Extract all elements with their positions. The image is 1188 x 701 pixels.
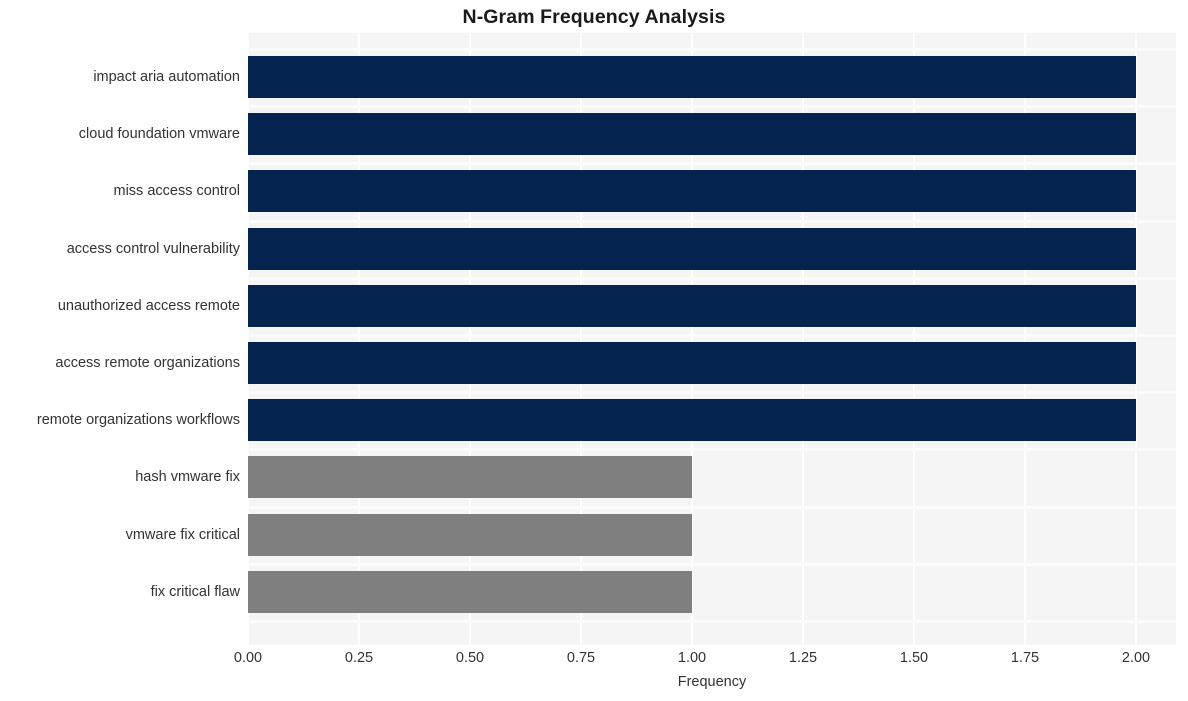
x-axis-tick-label: 1.00 — [677, 650, 707, 666]
bar — [248, 513, 692, 556]
y-axis-tick-label: cloud foundation vmware — [78, 126, 240, 143]
y-axis-tick-labels: impact aria automation cloud foundation v… — [0, 33, 240, 645]
y-axis-tick-label: remote organizations workflows — [36, 412, 240, 429]
bar — [248, 399, 1136, 442]
y-axis-tick-label: hash vmware fix — [135, 469, 240, 486]
ngram-frequency-chart: N-Gram Frequency Analysis impact aria au… — [0, 0, 1188, 701]
chart-title: N-Gram Frequency Analysis — [462, 6, 726, 28]
bar — [248, 56, 1136, 98]
bar — [248, 227, 1136, 270]
bar — [248, 456, 692, 499]
y-axis-tick-label: impact aria automation — [93, 69, 240, 85]
x-axis-tick-label: 1.75 — [1010, 650, 1040, 666]
x-axis-tick-labels: 0.00 0.25 0.50 0.75 1.00 1.25 1.50 1.75 2.00 — [0, 650, 1188, 672]
x-axis-title: Frequency — [677, 674, 747, 690]
bar — [248, 113, 1136, 156]
bar — [248, 570, 692, 613]
bar — [248, 170, 1136, 213]
bar — [248, 342, 1136, 384]
x-axis-tick-label: 0.25 — [344, 650, 374, 666]
y-axis-tick-label: access remote organizations — [55, 355, 240, 371]
x-axis-tick-label: 1.25 — [788, 650, 818, 666]
y-axis-tick-label: fix critical flaw — [150, 583, 240, 600]
x-axis-tick-label: 0.00 — [233, 650, 263, 666]
y-axis-tick-label: access control vulnerability — [66, 240, 240, 257]
x-axis-tick-label: 1.50 — [899, 650, 929, 666]
plot-area — [248, 33, 1176, 645]
bar-series — [248, 33, 1176, 645]
y-axis-tick-label: miss access control — [113, 183, 240, 200]
x-axis-tick-label: 2.00 — [1121, 650, 1151, 666]
y-axis-tick-label: vmware fix critical — [125, 526, 240, 543]
y-axis-tick-label: unauthorized access remote — [57, 297, 240, 314]
x-axis-tick-label: 0.50 — [455, 650, 485, 666]
x-axis-tick-label: 0.75 — [566, 650, 596, 666]
bar — [248, 284, 1136, 327]
